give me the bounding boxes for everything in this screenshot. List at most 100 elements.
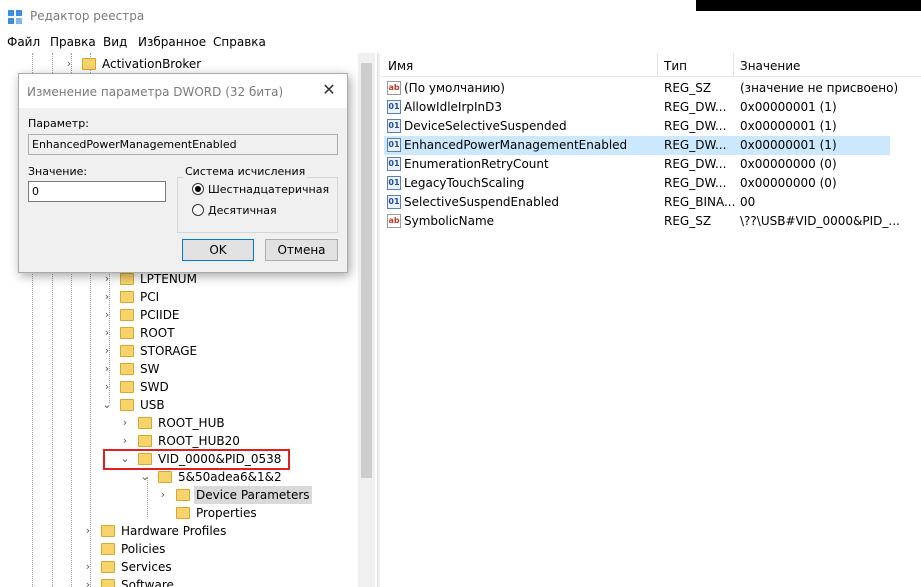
dialog-title: Изменение параметра DWORD (32 бита) [27,85,284,99]
value-name: (По умолчанию) [404,81,505,95]
registry-editor-icon [8,10,22,24]
value-label: Значение: [28,165,88,178]
radio-hexadecimal[interactable] [192,183,204,195]
window-title: Редактор реестра [30,9,145,23]
folder-icon [120,381,134,393]
tree-item-label: Properties [196,506,257,520]
chevron-right-icon[interactable]: › [83,576,93,587]
value-type: REG_SZ [664,214,712,228]
chevron-right-icon[interactable]: › [102,342,112,360]
chevron-right-icon[interactable]: › [83,558,93,576]
list-item[interactable]: 01 LegacyTouchScaling REG_DW... 0x000000… [384,174,890,193]
value-data: \??\USB#VID_0000&PID_... [740,214,900,228]
value-name: EnhancedPowerManagementEnabled [404,138,628,152]
chevron-right-icon[interactable]: › [158,486,168,504]
folder-icon [120,309,134,321]
tree-item-label: ROOT_HUB20 [158,434,240,448]
binary-value-icon: 01 [387,195,401,209]
dword-value-icon: 01 [387,138,401,152]
value-type: REG_DW... [664,119,727,133]
chevron-right-icon[interactable]: › [120,414,130,432]
value-name: SelectiveSuspendEnabled [404,195,560,209]
folder-icon [101,561,115,573]
edit-dword-dialog: Изменение параметра DWORD (32 бита) ✕ Па… [18,73,348,273]
parameter-name-field: EnhancedPowerManagementEnabled [28,134,338,155]
list-item[interactable]: 01 DeviceSelectiveSuspended REG_DW... 0x… [384,117,890,136]
list-item[interactable]: 01 SelectiveSuspendEnabled REG_BINA... 0… [384,193,890,212]
list-item[interactable]: ab (По умолчанию) REG_SZ (значение не пр… [384,79,898,98]
tree-item-label: Policies [121,542,166,556]
value-data: 0x00000001 (1) [740,138,837,152]
folder-open-icon [176,489,190,501]
folder-icon [120,291,134,303]
chevron-right-icon[interactable]: › [102,324,112,342]
dword-value-icon: 01 [387,157,401,171]
folder-icon [101,579,115,587]
tree-item-label: USB [140,398,165,412]
radio-decimal[interactable] [192,204,204,216]
menu-view[interactable]: Вид [103,35,127,49]
chevron-right-icon[interactable]: › [83,522,93,540]
folder-icon [120,399,134,411]
column-type-header[interactable]: Тип [664,59,687,73]
folder-icon [120,327,134,339]
column-value-header[interactable]: Значение [740,59,800,73]
column-divider[interactable] [657,53,658,77]
pane-splitter[interactable] [377,53,380,587]
value-type: REG_SZ [664,81,712,95]
folder-icon [82,58,96,70]
chevron-right-icon[interactable]: › [120,432,130,450]
folder-icon [176,507,190,519]
list-item-selected[interactable]: 01 EnhancedPowerManagementEnabled REG_DW… [384,136,890,155]
radio-hexadecimal-label[interactable]: Шестнадцатеричная [208,183,329,196]
dialog-title-bar: Изменение параметра DWORD (32 бита) ✕ [19,74,347,108]
chevron-down-icon[interactable]: ⌄ [102,396,112,414]
tree-item-label: Device Parameters [194,486,312,504]
cancel-button[interactable]: Отмена [265,239,338,261]
tree-item-label: PCI [140,290,160,304]
menu-edit[interactable]: Правка [50,35,96,49]
chevron-right-icon[interactable]: › [102,288,112,306]
tree-item-label: Hardware Profiles [121,524,227,538]
values-list[interactable]: Имя Тип Значение ab (По умолчанию) REG_S… [381,53,921,587]
value-data-input[interactable]: 0 [28,181,166,202]
list-item[interactable]: ab SymbolicName REG_SZ \??\USB#VID_0000&… [384,212,900,231]
menu-file[interactable]: Файл [7,35,40,49]
value-data: 0x00000000 (0) [740,157,837,171]
chevron-right-icon[interactable]: › [102,378,112,396]
folder-icon [138,435,152,447]
chevron-down-icon[interactable]: ⌄ [140,468,150,486]
radix-group-label: Система исчисления [183,165,308,178]
close-icon[interactable]: ✕ [319,80,339,100]
list-header: Имя Тип Значение [381,53,921,77]
value-data: 0x00000001 (1) [740,119,837,133]
radio-decimal-label[interactable]: Десятичная [208,204,277,217]
value-name: LegacyTouchScaling [404,176,525,190]
scrollbar-thumb[interactable] [361,63,372,478]
ok-button[interactable]: OK [182,239,254,261]
value-type: REG_DW... [664,157,727,171]
folder-icon [101,525,115,537]
value-type: REG_BINA... [664,195,736,209]
value-data: (значение не присвоено) [740,81,899,95]
value-name: EnumerationRetryCount [404,157,549,171]
value-data: 0x00000001 (1) [740,100,837,114]
menu-bar: Файл Правка Вид Избранное Справка [0,33,921,53]
chevron-right-icon[interactable]: › [102,360,112,378]
chevron-right-icon[interactable]: › [64,55,74,73]
value-name: SymbolicName [404,214,495,228]
folder-icon [120,363,134,375]
list-item[interactable]: 01 AllowIdleIrpInD3 REG_DW... 0x00000001… [384,98,890,117]
list-item[interactable]: 01 EnumerationRetryCount REG_DW... 0x000… [384,155,890,174]
menu-favorites[interactable]: Избранное [138,35,206,49]
menu-help[interactable]: Справка [213,35,266,49]
folder-icon [120,273,134,285]
value-name: DeviceSelectiveSuspended [404,119,567,133]
tree-item-label: SW [140,362,160,376]
tree-item-label: STORAGE [140,344,198,358]
column-divider[interactable] [733,53,734,77]
chevron-right-icon[interactable]: › [102,306,112,324]
tree-scrollbar[interactable] [358,53,375,587]
value-type: REG_DW... [664,138,727,152]
column-name-header[interactable]: Имя [388,59,413,73]
